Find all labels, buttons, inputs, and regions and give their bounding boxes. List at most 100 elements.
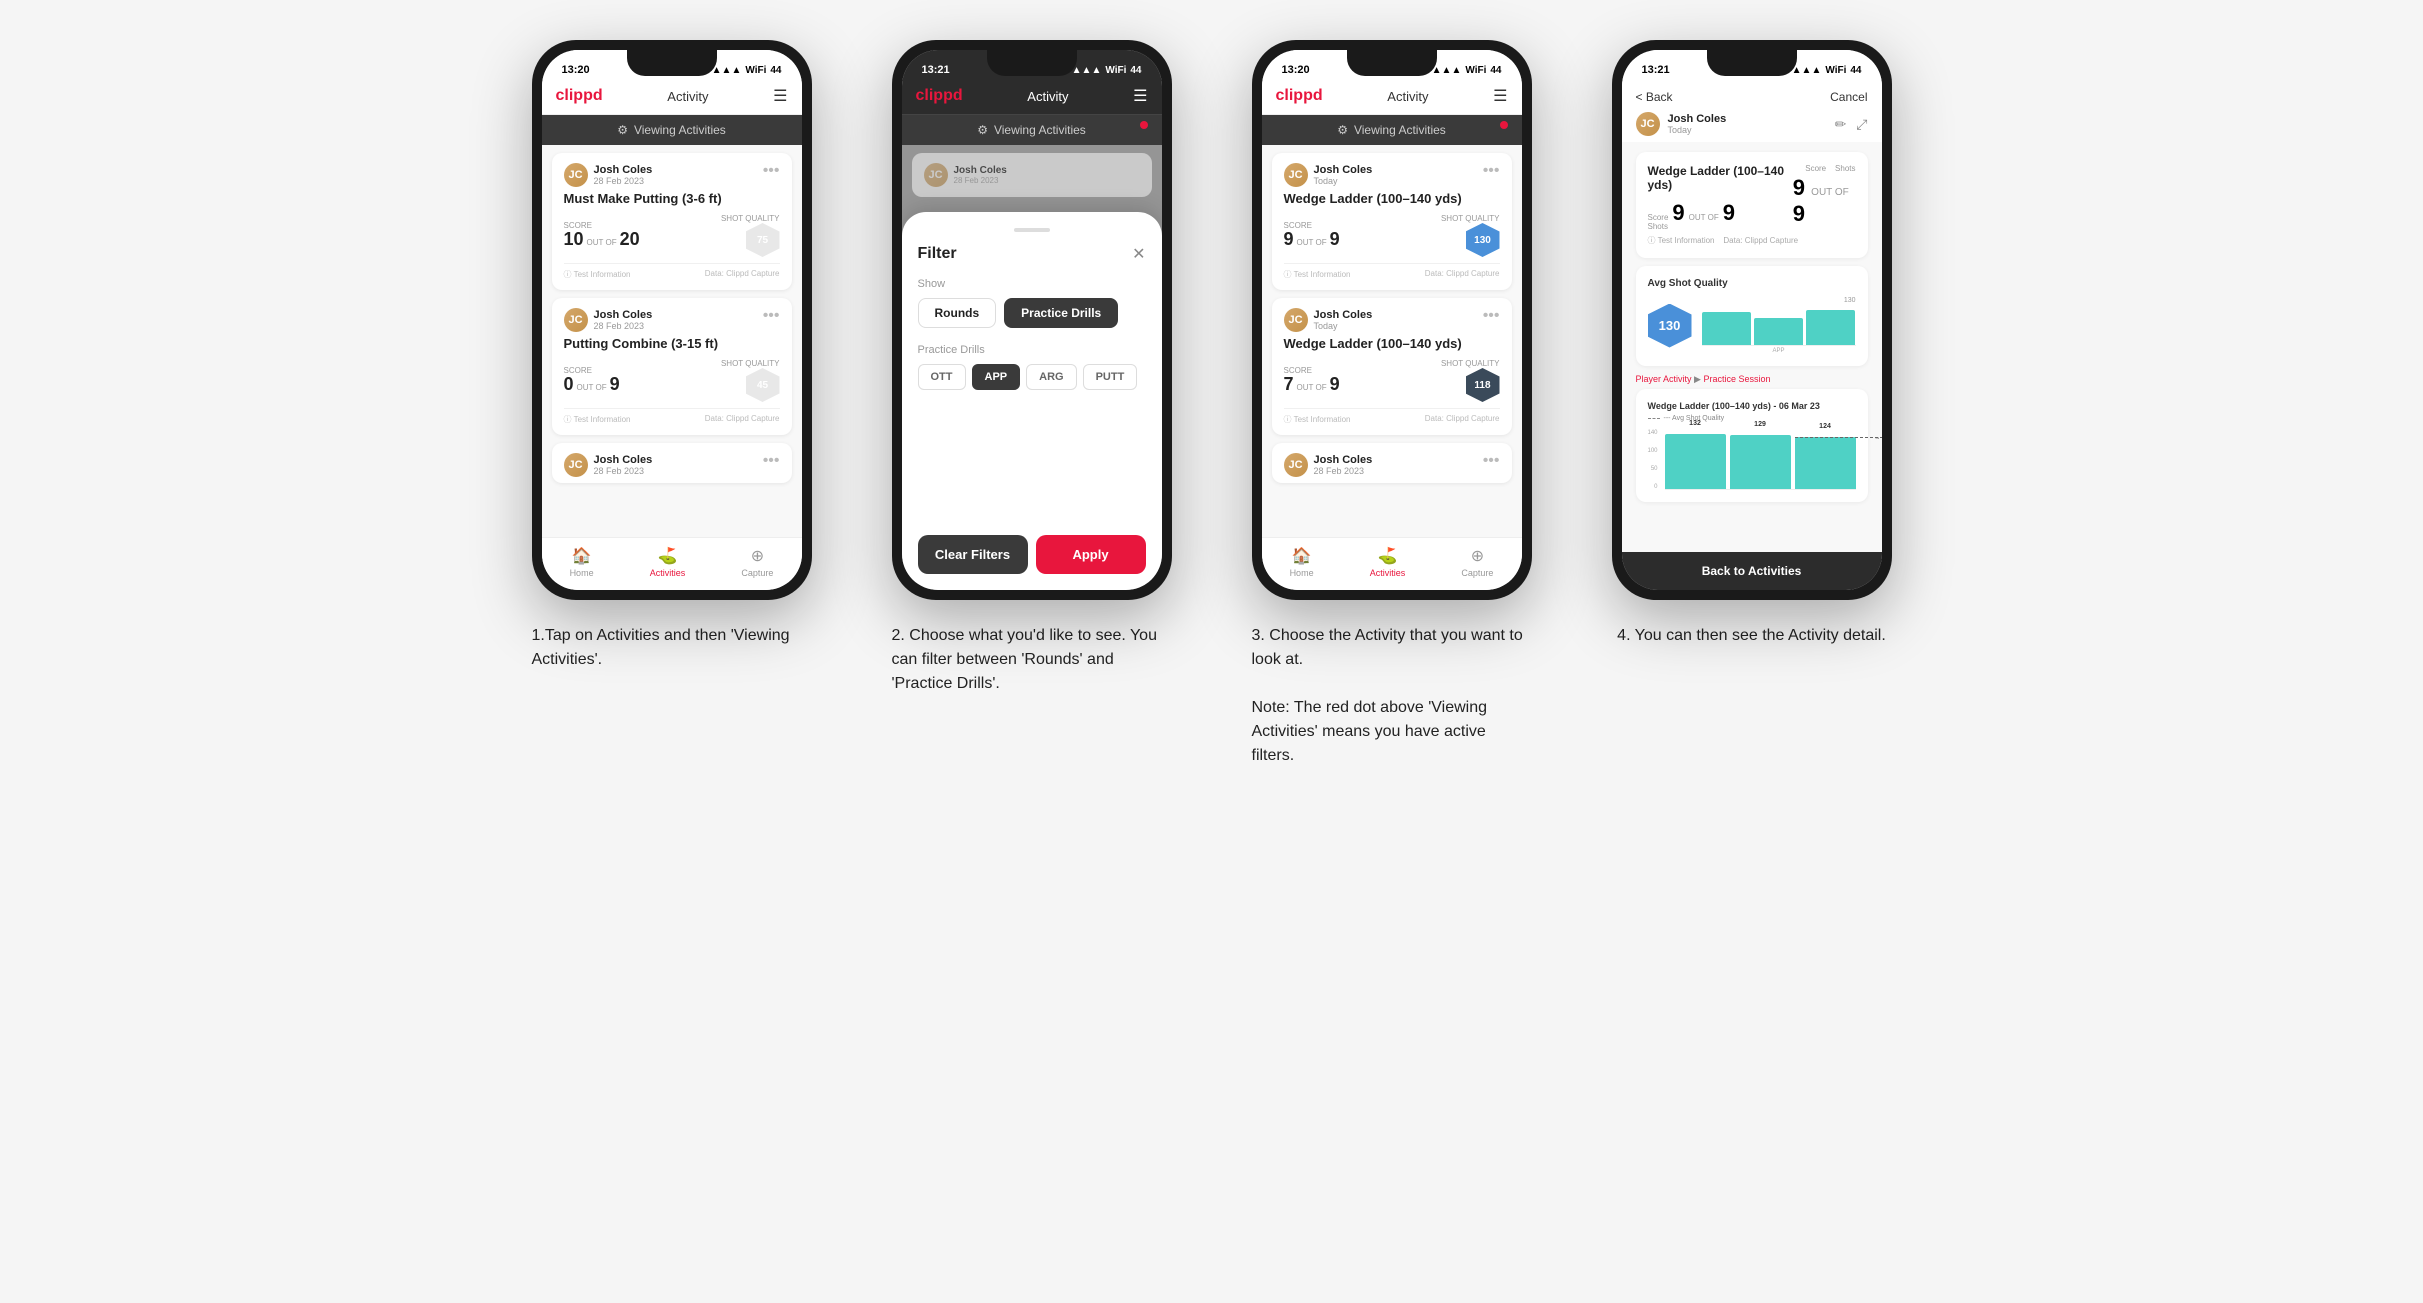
- y-label-140: 140: [1648, 430, 1658, 436]
- viewing-bar-text-1: Viewing Activities: [634, 123, 726, 137]
- page-wrapper: 13:20 ▲▲▲ WiFi 44 clippd Activity ☰ ⚙: [512, 40, 1912, 768]
- viewing-bar-1[interactable]: ⚙ Viewing Activities: [542, 115, 802, 145]
- cancel-button[interactable]: Cancel: [1830, 90, 1867, 104]
- sq-bar-3: [1806, 310, 1855, 345]
- drills-label: Practice Drills: [918, 344, 1146, 356]
- rounds-toggle[interactable]: Rounds: [918, 298, 997, 328]
- nav-capture-1[interactable]: ⊕ Capture: [741, 546, 773, 578]
- nav-activities-1[interactable]: ⛳ Activities: [650, 546, 686, 578]
- footer-right-1-1: Data: Clippd Capture: [705, 269, 780, 280]
- filter-icon-3: ⚙: [1337, 123, 1348, 137]
- shots-value-1-2: 9: [610, 375, 620, 395]
- chart-bars-group: 132 129 124 → 124: [1665, 430, 1856, 490]
- activities-icon-3: ⛳: [1378, 546, 1398, 566]
- y-label-50: 50: [1651, 466, 1658, 472]
- phone-3-screen: 13:20 ▲▲▲ WiFi 44 clippd Activity ☰ ⚙: [1262, 50, 1522, 590]
- user-row-1-2: JC Josh Coles 28 Feb 2023: [564, 308, 653, 332]
- shots-value-3-1: 9: [1330, 230, 1340, 250]
- user-name-1-1: Josh Coles: [594, 164, 653, 176]
- activity-card-3-3: JC Josh Coles 28 Feb 2023 •••: [1272, 443, 1512, 483]
- stat-score-3-2: Score 7 OUT OF 9: [1284, 366, 1340, 395]
- apply-button[interactable]: Apply: [1036, 535, 1146, 574]
- sq-labels-4: Score Shots: [1805, 164, 1855, 173]
- stat-score-3-1: Score 9 OUT OF 9: [1284, 221, 1340, 250]
- app-drill[interactable]: APP: [972, 364, 1021, 390]
- detail-drill-title: Wedge Ladder (100–140 yds): [1648, 164, 1793, 192]
- phone-column-2: 13:21 ▲▲▲ WiFi 44 clippd Activity ☰ ⚙: [872, 40, 1192, 768]
- nav-activities-3[interactable]: ⛳ Activities: [1370, 546, 1406, 578]
- battery-icon-4: 44: [1850, 65, 1861, 76]
- back-row: < Back Cancel: [1636, 90, 1868, 104]
- clear-filters-button[interactable]: Clear Filters: [918, 535, 1028, 574]
- footer-left-1-1: ⓘ Test Information: [564, 269, 631, 280]
- viewing-bar-2[interactable]: ⚙ Viewing Activities: [902, 115, 1162, 145]
- status-icons-3: ▲▲▲ WiFi 44: [1432, 65, 1502, 76]
- user-date-3-2: Today: [1314, 321, 1373, 331]
- activity-card-1-2[interactable]: JC Josh Coles 28 Feb 2023 ••• Putting Co…: [552, 298, 792, 435]
- dim-card-user: JC Josh Coles 28 Feb 2023: [924, 163, 1140, 187]
- avatar-3-1: JC: [1284, 163, 1308, 187]
- sq-bar-2: [1754, 318, 1803, 345]
- expand-icon[interactable]: ⤢: [1856, 116, 1867, 133]
- footer-left-1-2: ⓘ Test Information: [564, 414, 631, 425]
- modal-close-button[interactable]: ✕: [1132, 244, 1145, 264]
- filter-icon-1: ⚙: [617, 123, 628, 137]
- sq-area-3-2: Shot Quality 118: [1441, 359, 1500, 402]
- footer-left-3-1: ⓘ Test Information: [1284, 269, 1351, 280]
- activity-card-1-1[interactable]: JC Josh Coles 28 Feb 2023 ••• Must Make …: [552, 153, 792, 290]
- viewing-bar-text-2: Viewing Activities: [994, 123, 1086, 137]
- back-to-activities-button[interactable]: Back to Activities: [1622, 552, 1882, 590]
- sq-label-3-1: Shot Quality: [1441, 214, 1500, 223]
- nav-home-1[interactable]: 🏠 Home: [570, 546, 594, 578]
- user-date-3-3: 28 Feb 2023: [1314, 466, 1373, 476]
- dots-3-3[interactable]: •••: [1483, 453, 1500, 469]
- dots-3-2[interactable]: •••: [1483, 308, 1500, 324]
- caption-4: 4. You can then see the Activity detail.: [1617, 624, 1886, 648]
- nav-capture-label-1: Capture: [741, 568, 773, 578]
- dots-1-2[interactable]: •••: [763, 308, 780, 324]
- stat-score-1-1: Score 10 OUT OF 20: [564, 221, 640, 250]
- battery-icon-1: 44: [770, 65, 781, 76]
- phone-notch-3: [1347, 50, 1437, 76]
- dots-1-3[interactable]: •••: [763, 453, 780, 469]
- card-footer-1-1: ⓘ Test Information Data: Clippd Capture: [564, 263, 780, 280]
- sq-card-title: Avg Shot Quality: [1648, 278, 1856, 289]
- ott-drill[interactable]: OTT: [918, 364, 966, 390]
- capture-icon-1: ⊕: [751, 546, 764, 566]
- arg-drill[interactable]: ARG: [1026, 364, 1076, 390]
- viewing-bar-3[interactable]: ⚙ Viewing Activities: [1262, 115, 1522, 145]
- dots-3-1[interactable]: •••: [1483, 163, 1500, 179]
- score-label-4: Score: [1648, 213, 1669, 222]
- phone-1-screen: 13:20 ▲▲▲ WiFi 44 clippd Activity ☰ ⚙: [542, 50, 802, 590]
- card-header-1-1: JC Josh Coles 28 Feb 2023 •••: [564, 163, 780, 187]
- caption-1: 1.Tap on Activities and then 'Viewing Ac…: [532, 624, 812, 672]
- detail-title-area: Wedge Ladder (100–140 yds) Score Shots 9…: [1648, 164, 1793, 231]
- nav-capture-3[interactable]: ⊕ Capture: [1461, 546, 1493, 578]
- practice-drills-toggle[interactable]: Practice Drills: [1004, 298, 1118, 328]
- avatar-1-1: JC: [564, 163, 588, 187]
- back-button[interactable]: < Back: [1636, 90, 1673, 104]
- card-header-3-1: JC Josh Coles Today •••: [1284, 163, 1500, 187]
- hamburger-icon-3[interactable]: ☰: [1493, 86, 1507, 106]
- user-info-3-3: Josh Coles 28 Feb 2023: [1314, 454, 1373, 476]
- wifi-icon-3: WiFi: [1465, 65, 1486, 76]
- detail-user-row: JC Josh Coles Today ✏ ⤢: [1636, 112, 1868, 136]
- activity-card-3-1[interactable]: JC Josh Coles Today ••• Wedge Ladder (10…: [1272, 153, 1512, 290]
- dots-1-1[interactable]: •••: [763, 163, 780, 179]
- app-header-1: clippd Activity ☰: [542, 80, 802, 115]
- modal-handle: [1014, 228, 1050, 232]
- phone-2: 13:21 ▲▲▲ WiFi 44 clippd Activity ☰ ⚙: [892, 40, 1172, 600]
- card-header-3-3: JC Josh Coles 28 Feb 2023 •••: [1284, 453, 1500, 477]
- user-date-1-1: 28 Feb 2023: [594, 176, 653, 186]
- score-labels: Score Shots: [1648, 213, 1669, 231]
- hamburger-icon-1[interactable]: ☰: [773, 86, 787, 106]
- phone-column-3: 13:20 ▲▲▲ WiFi 44 clippd Activity ☰ ⚙: [1232, 40, 1552, 768]
- activity-card-3-2[interactable]: JC Josh Coles Today ••• Wedge Ladder (10…: [1272, 298, 1512, 435]
- stats-row-1-2: Score 0 OUT OF 9 Shot Quality 4: [564, 359, 780, 402]
- dim-user-name: Josh Coles: [954, 165, 1007, 176]
- putt-drill[interactable]: PUTT: [1083, 364, 1138, 390]
- dim-avatar: JC: [924, 163, 948, 187]
- edit-icon[interactable]: ✏: [1835, 116, 1847, 133]
- hamburger-icon-2[interactable]: ☰: [1133, 86, 1147, 106]
- nav-home-3[interactable]: 🏠 Home: [1290, 546, 1314, 578]
